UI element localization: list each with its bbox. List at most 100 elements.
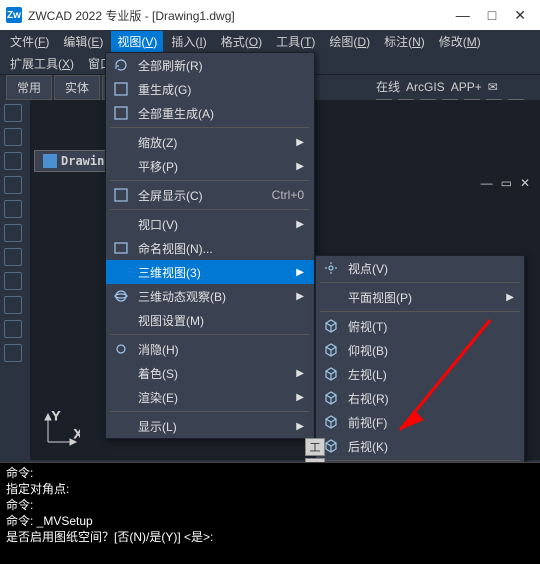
command-line[interactable]: 命令:指定对角点:命令:命令: _MVSetup是否启用图纸空间？[否(N)/是… — [0, 462, 540, 564]
menu-item[interactable]: 视点(V) — [316, 256, 524, 280]
regen-all-icon — [110, 104, 132, 122]
menu-标注(N)[interactable]: 标注(N) — [378, 31, 431, 52]
ribbon-tab[interactable]: 常用 — [6, 75, 52, 100]
doc-close-button[interactable]: ✕ — [520, 176, 530, 190]
menu-item-label: 仰视(B) — [348, 342, 514, 359]
ribbon-tab[interactable]: 实体 — [54, 75, 100, 100]
menu-shortcut: Ctrl+0 — [272, 188, 304, 202]
side-button[interactable]: 工 — [305, 438, 325, 456]
blank-icon — [110, 364, 132, 382]
document-window-controls: — ▭ ✕ — [481, 176, 530, 190]
menu-item-label: 左视(L) — [348, 366, 514, 383]
menu-item[interactable]: 左视(L) — [316, 362, 524, 386]
blank-icon — [110, 215, 132, 233]
polyline-tool-icon[interactable] — [4, 128, 22, 146]
menu-item-label: 消隐(H) — [138, 341, 304, 358]
circle-tool-icon[interactable] — [4, 176, 22, 194]
menu-item[interactable]: 三维动态观察(B)▶ — [106, 284, 314, 308]
blank-icon — [110, 417, 132, 435]
ellipse-tool-icon[interactable] — [4, 200, 22, 218]
doc-maximize-button[interactable]: ▭ — [501, 176, 512, 190]
doc-minimize-button[interactable]: — — [481, 176, 493, 190]
window-title: ZWCAD 2022 专业版 - [Drawing1.dwg] — [28, 7, 456, 24]
menu-item[interactable]: 渲染(E)▶ — [106, 385, 314, 409]
submenu-arrow-icon: ▶ — [296, 219, 304, 230]
menubar: 文件(F)编辑(E)视图(V)插入(I)格式(O)工具(T)绘图(D)标注(N)… — [0, 30, 540, 52]
spline-tool-icon[interactable] — [4, 224, 22, 242]
menu-item[interactable]: 缩放(Z)▶ — [106, 130, 314, 154]
menu-item[interactable]: 后视(K) — [316, 434, 524, 458]
menu-item[interactable]: 重生成(G) — [106, 77, 314, 101]
menu-item[interactable]: 着色(S)▶ — [106, 361, 314, 385]
menu-item[interactable]: 平面视图(P)▶ — [316, 285, 524, 309]
cmd-line-text: 是否启用图纸空间？[否(N)/是(Y)] <是>: — [6, 529, 534, 545]
menu-item[interactable]: 俯视(T) — [316, 314, 524, 338]
menu-item[interactable]: 三维视图(3)▶ — [106, 260, 314, 284]
line-tool-icon[interactable] — [4, 104, 22, 122]
polygon-tool-icon[interactable] — [4, 272, 22, 290]
mail-icon[interactable]: ✉ — [488, 80, 498, 94]
menu-格式(O)[interactable]: 格式(O) — [215, 31, 268, 52]
fullscreen-icon — [110, 186, 132, 204]
menu-item[interactable]: 全部刷新(R) — [106, 53, 314, 77]
blank-icon — [110, 388, 132, 406]
cube-icon — [320, 389, 342, 407]
maximize-button[interactable]: □ — [488, 7, 496, 24]
cube-icon — [320, 341, 342, 359]
menu-item[interactable]: 显示(L)▶ — [106, 414, 314, 438]
menu-item[interactable]: 命名视图(N)... — [106, 236, 314, 260]
menu-item[interactable]: 平移(P)▶ — [106, 154, 314, 178]
svg-text:X: X — [74, 427, 80, 441]
menu-item[interactable]: 右视(R) — [316, 386, 524, 410]
menu-修改(M)[interactable]: 修改(M) — [433, 31, 487, 52]
rect-tool-icon[interactable] — [4, 248, 22, 266]
submenu-arrow-icon: ▶ — [296, 267, 304, 278]
minimize-button[interactable]: — — [456, 7, 470, 24]
text-tool-icon[interactable] — [4, 344, 22, 362]
menu-视图(V)[interactable]: 视图(V) — [111, 31, 163, 52]
menu-item[interactable]: 前视(F) — [316, 410, 524, 434]
menu-绘图(D)[interactable]: 绘图(D) — [323, 31, 376, 52]
blank-icon — [110, 311, 132, 329]
refresh-icon — [110, 56, 132, 74]
menu-item-label: 全部刷新(R) — [138, 57, 304, 74]
submenu-arrow-icon: ▶ — [296, 421, 304, 432]
menu-工具(T)[interactable]: 工具(T) — [270, 31, 321, 52]
menu-item[interactable]: 视口(V)▶ — [106, 212, 314, 236]
regen-icon — [110, 80, 132, 98]
cmd-line-text: 命令: — [6, 465, 534, 481]
named-view-icon — [110, 239, 132, 257]
menu-item[interactable]: 全屏显示(C) Ctrl+0 — [106, 183, 314, 207]
menu-item-label: 全部重生成(A) — [138, 105, 304, 122]
menu-item[interactable]: 消隐(H) — [106, 337, 314, 361]
submenu-arrow-icon: ▶ — [296, 368, 304, 379]
view-menu-dropdown: 全部刷新(R)重生成(G)全部重生成(A)缩放(Z)▶平移(P)▶全屏显示(C)… — [105, 52, 315, 439]
orbit-icon — [110, 287, 132, 305]
document-tab[interactable]: Drawin — [34, 150, 113, 172]
hatch-tool-icon[interactable] — [4, 320, 22, 338]
online-link[interactable]: 在线 — [376, 78, 400, 95]
menu-item[interactable]: 视图设置(M) — [106, 308, 314, 332]
menu-item-label: 缩放(Z) — [138, 134, 280, 151]
menu-item-label: 俯视(T) — [348, 318, 514, 335]
submenu-arrow-icon: ▶ — [296, 161, 304, 172]
svg-text:Y: Y — [52, 410, 60, 423]
menu-item-label: 全屏显示(C) — [138, 187, 252, 204]
menu-item-label: 视图设置(M) — [138, 312, 304, 329]
menu-编辑(E)[interactable]: 编辑(E) — [57, 31, 109, 52]
menu-item[interactable]: 仰视(B) — [316, 338, 524, 362]
close-button[interactable]: ✕ — [514, 7, 526, 24]
hide-icon — [110, 340, 132, 358]
arc-tool-icon[interactable] — [4, 152, 22, 170]
menu-扩展工具(X)[interactable]: 扩展工具(X) — [4, 53, 80, 74]
point-tool-icon[interactable] — [4, 296, 22, 314]
blank-icon — [320, 288, 342, 306]
menu-文件(F)[interactable]: 文件(F) — [4, 31, 55, 52]
menu-插入(I)[interactable]: 插入(I) — [165, 31, 212, 52]
menu-item[interactable]: 全部重生成(A) — [106, 101, 314, 125]
left-toolbar — [0, 100, 26, 460]
app-link[interactable]: APP+ — [451, 80, 482, 94]
titlebar: Zw ZWCAD 2022 专业版 - [Drawing1.dwg] — □ ✕ — [0, 0, 540, 30]
arcgis-link[interactable]: ArcGIS — [406, 80, 445, 94]
menu-item-label: 重生成(G) — [138, 81, 304, 98]
